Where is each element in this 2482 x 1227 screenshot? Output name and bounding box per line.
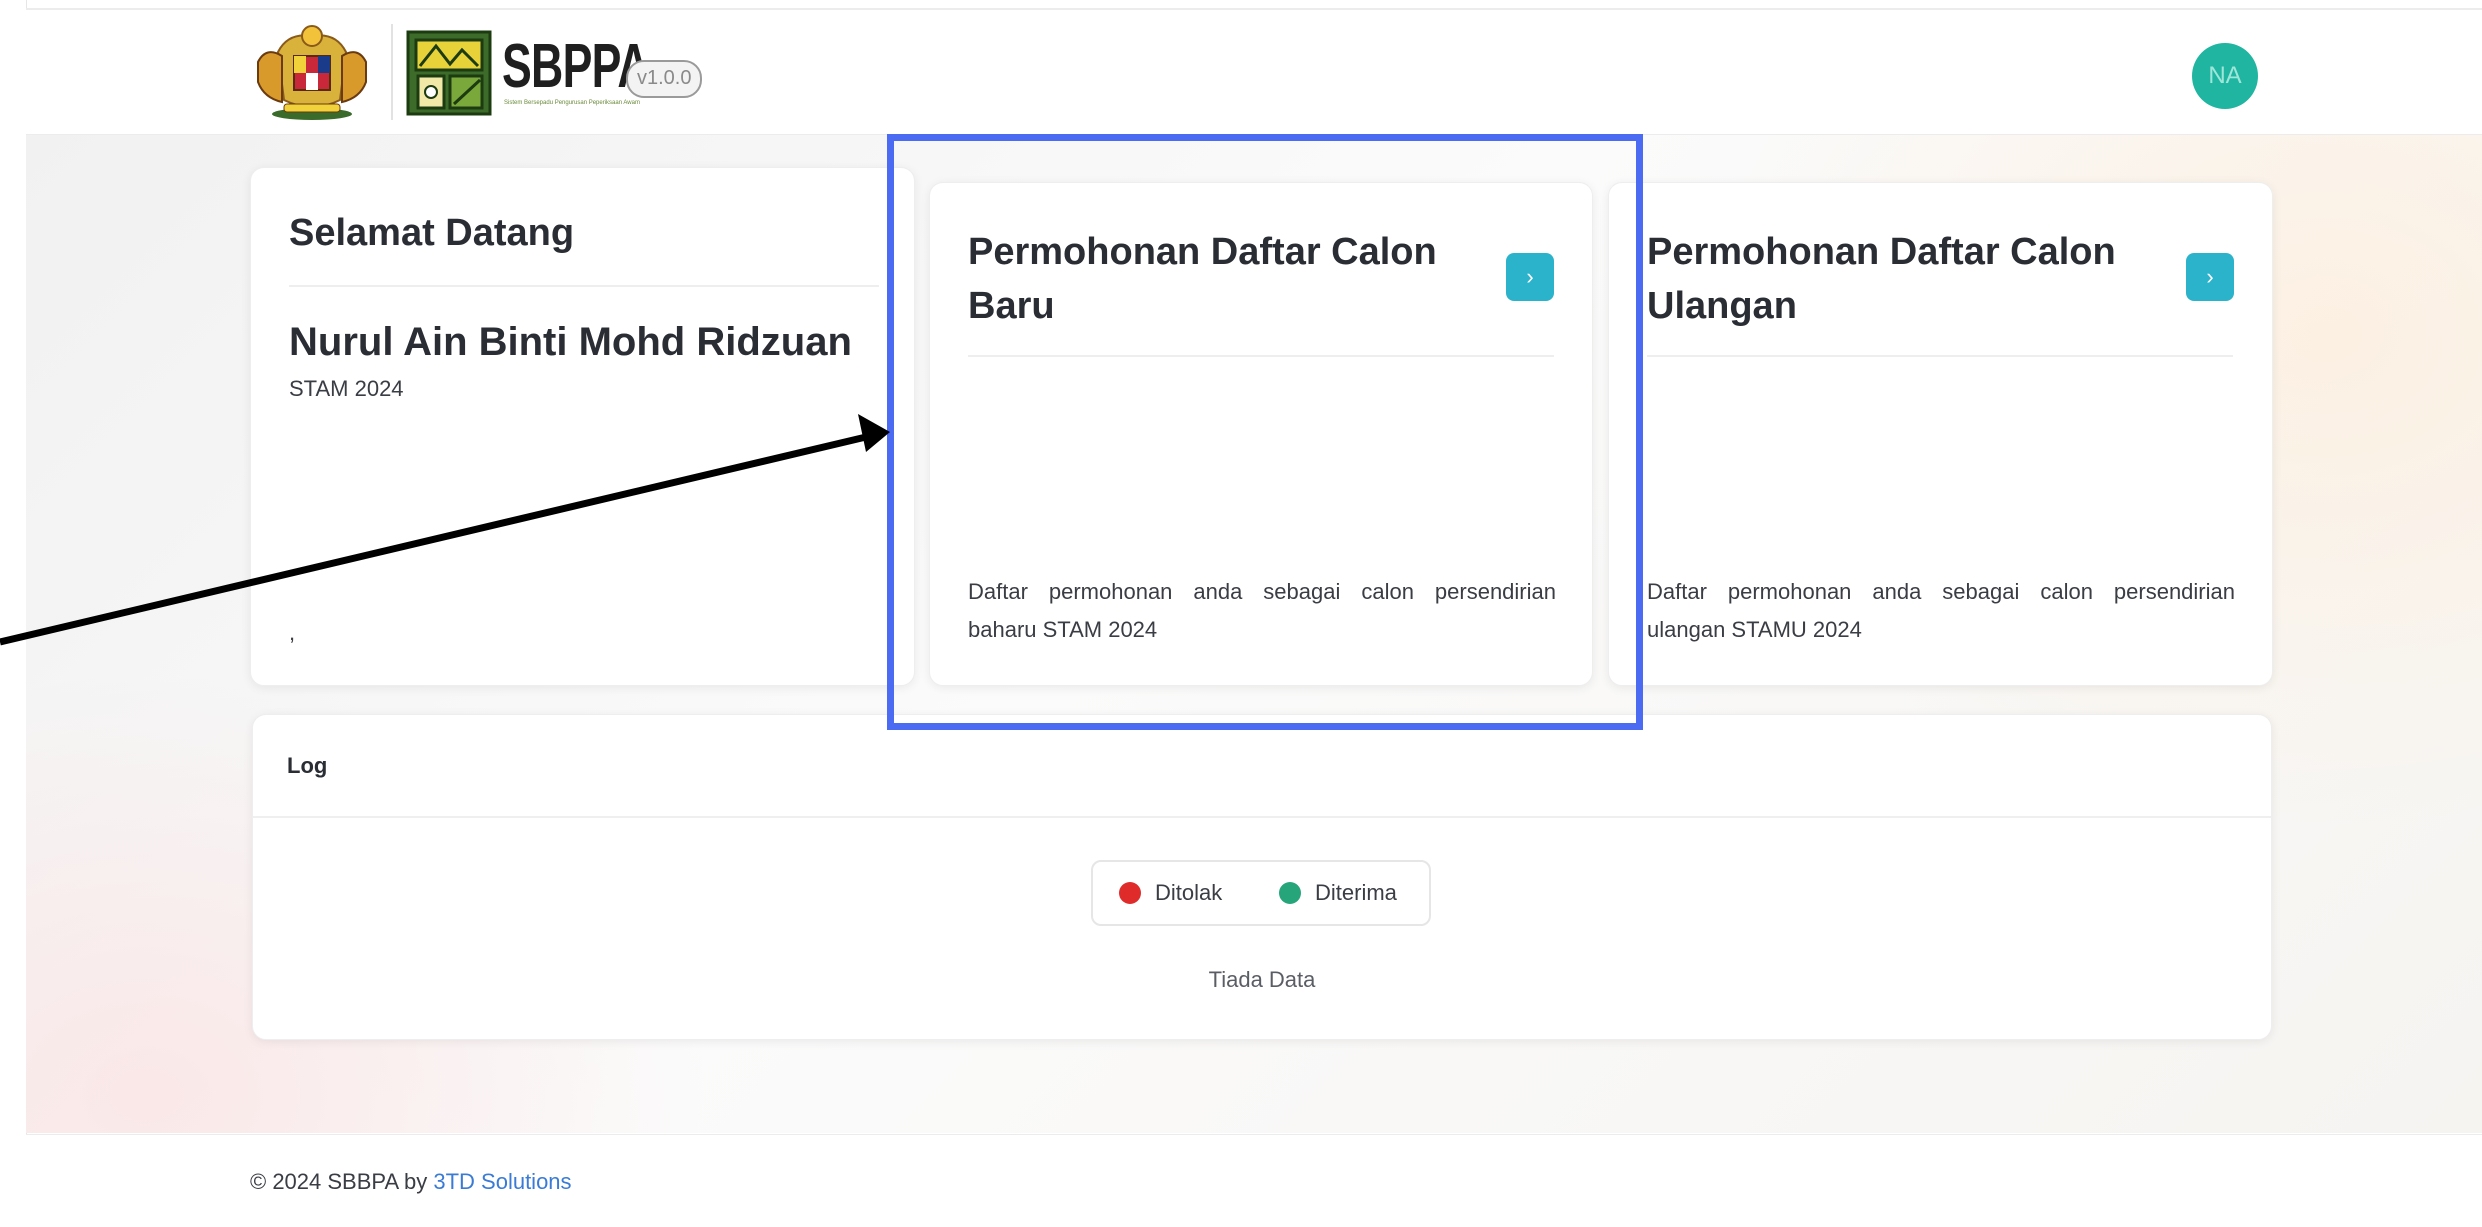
left-margin (0, 0, 26, 1227)
application-title: Permohonan Daftar Calon Ulangan (1647, 231, 2116, 327)
footer: © 2024 SBBPA by 3TD Solutions (26, 1134, 2482, 1227)
legend-label: Diterima (1315, 880, 1397, 905)
coat-of-arms-logo[interactable] (248, 22, 376, 122)
rejected-dot-icon (1119, 881, 1141, 904)
chevron-right-icon: › (2206, 264, 2214, 289)
top-header: SBPPA Sistem Bersepadu Pengurusan Peperi… (26, 10, 2482, 135)
accepted-dot-icon (1279, 881, 1301, 904)
page: SBPPA Sistem Bersepadu Pengurusan Peperi… (0, 0, 2482, 1227)
application-description: Daftar permohonan anda sebagai calon per… (968, 579, 1556, 642)
welcome-card: Selamat Datang Nurul Ain Binti Mohd Ridz… (250, 167, 915, 686)
legend-label: Ditolak (1155, 880, 1223, 905)
user-exam: STAM 2024 (289, 376, 404, 401)
version-badge: v1.0.0 (626, 60, 703, 98)
divider (1647, 355, 2233, 357)
user-avatar[interactable]: NA (2192, 43, 2258, 109)
empty-state-text: Tiada Data (1208, 967, 1316, 992)
vendor-link[interactable]: 3TD Solutions (433, 1169, 571, 1194)
divider (968, 355, 1554, 357)
log-card: Log Ditolak Diterima Tiada Data (252, 714, 2272, 1040)
copyright-text: © 2024 SBBPA by (250, 1169, 434, 1194)
legend-item-rejected[interactable]: Ditolak (1119, 862, 1222, 924)
new-candidate-application-card[interactable]: Permohonan Daftar Calon Baru › Daftar pe… (929, 182, 1593, 686)
application-title: Permohonan Daftar Calon Baru (968, 231, 1437, 327)
brand-subtitle: Sistem Bersepadu Pengurusan Peperiksaan … (504, 100, 640, 106)
sbppa-emblem-logo[interactable] (406, 30, 492, 116)
brand-name: SBPPA (502, 32, 650, 101)
application-description: Daftar permohonan anda sebagai calon per… (1647, 579, 2235, 642)
chart-legend: Ditolak Diterima (1091, 860, 1431, 926)
repeat-candidate-application-card[interactable]: Permohonan Daftar Calon Ulangan › Daftar… (1608, 182, 2273, 686)
open-new-application-button[interactable]: › (1506, 253, 1554, 301)
welcome-footer-text: , (289, 620, 296, 645)
log-title: Log (287, 753, 328, 778)
welcome-title: Selamat Datang (289, 212, 575, 254)
open-repeat-application-button[interactable]: › (2186, 253, 2234, 301)
user-name: Nurul Ain Binti Mohd Ridzuan (289, 320, 852, 364)
logo-divider (391, 24, 393, 120)
footer-text: © 2024 SBBPA by 3TD Solutions (250, 1169, 572, 1195)
chevron-right-icon: › (1526, 264, 1534, 289)
divider (289, 285, 879, 287)
legend-item-accepted[interactable]: Diterima (1279, 862, 1397, 924)
divider (253, 816, 2271, 818)
